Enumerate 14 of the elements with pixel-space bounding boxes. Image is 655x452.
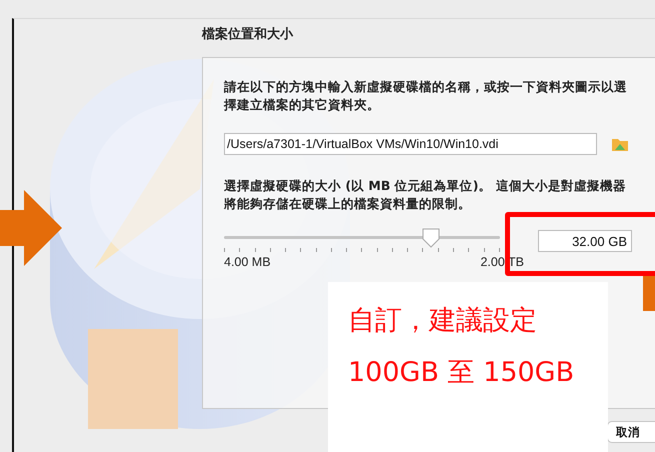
min-size-label: 4.00 MB <box>224 255 271 269</box>
slider-thumb[interactable] <box>422 228 440 248</box>
annotation-text: 100GB 至 150GB <box>348 356 576 390</box>
size-slider[interactable] <box>224 227 500 255</box>
max-size-label: 2.00 TB <box>480 255 524 269</box>
size-field[interactable]: 32.00 GB <box>538 230 632 252</box>
annotation-text: 自訂，建議設定 <box>348 304 538 338</box>
instruction-text: 請在以下的方塊中輸入新虛擬硬碟檔的名稱，或按一下資料夾圖示以選擇建立檔案的其它資料夾。 <box>224 78 628 114</box>
folder-icon[interactable] <box>611 136 629 152</box>
cancel-button[interactable]: 取消 <box>607 421 655 443</box>
arrow-icon <box>0 190 62 266</box>
path-field[interactable]: /Users/a7301-1/VirtualBox VMs/Win10/Win10.vdi <box>224 133 597 155</box>
section-title: 檔案位置和大小 <box>202 26 294 44</box>
size-description: 選擇虛擬硬碟的大小 (以 MB 位元組為單位)。 這個大小是對虛擬機器將能夠存儲在硬碟上的檔案資料量的限制。 <box>224 177 627 213</box>
